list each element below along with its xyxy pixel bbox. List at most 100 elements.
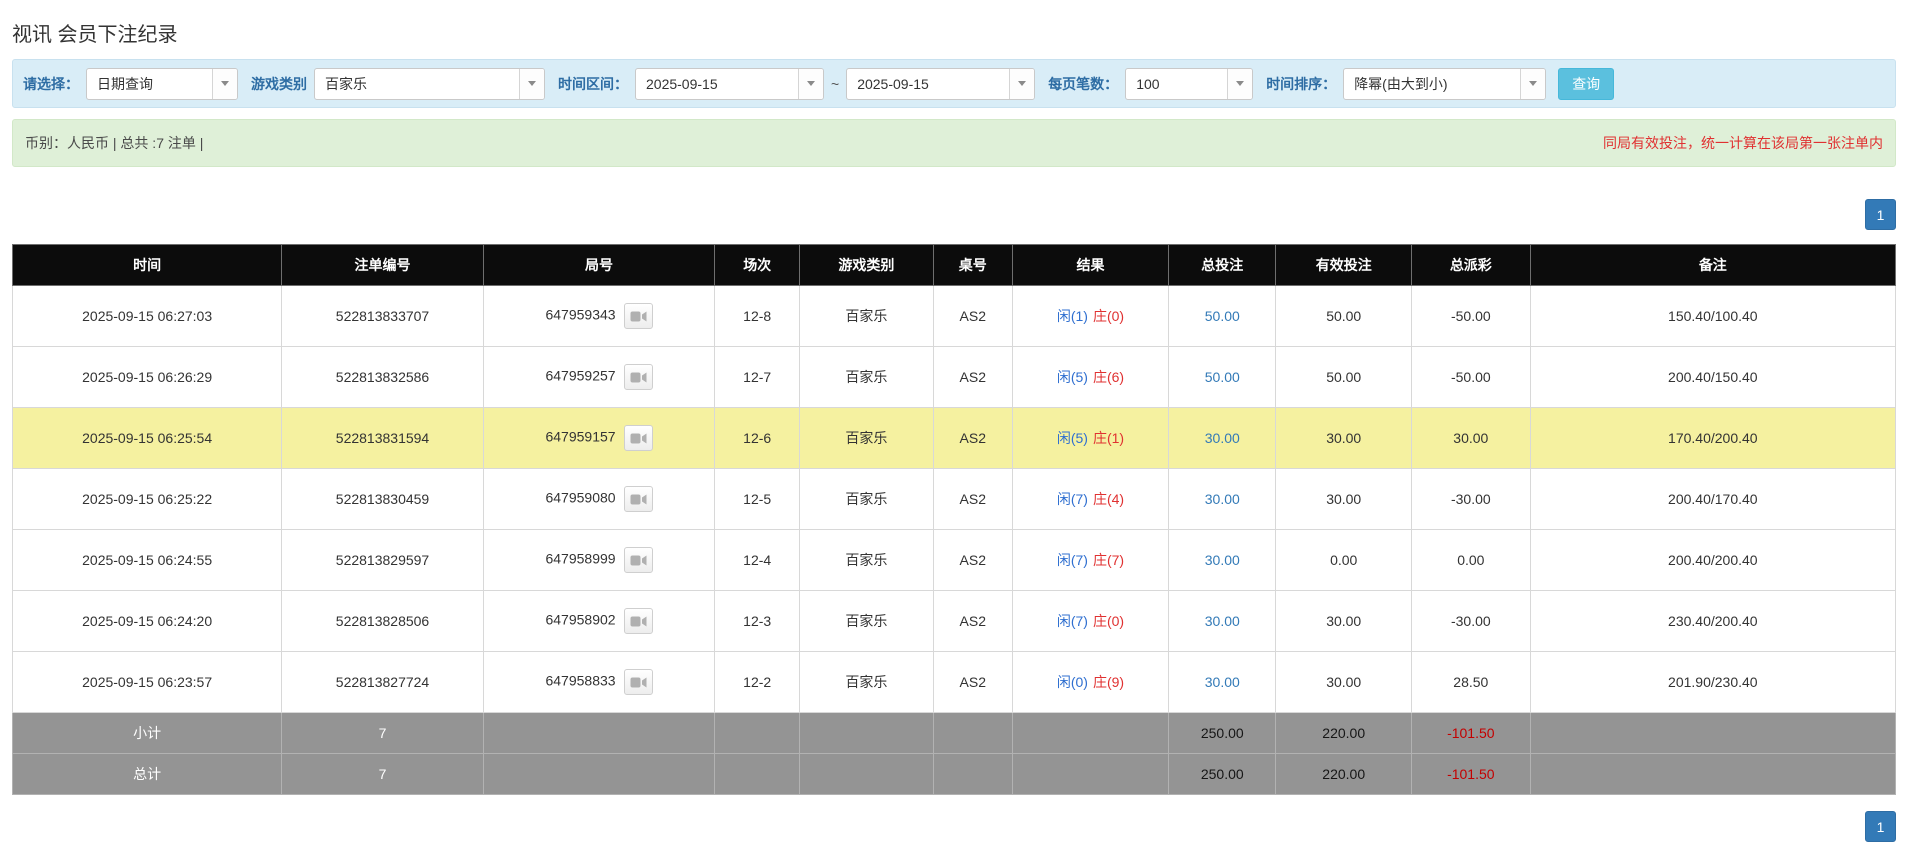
total-bet-link[interactable]: 30.00	[1205, 430, 1240, 446]
round-number: 647959343	[545, 306, 616, 323]
round-number: 647959157	[545, 428, 616, 445]
date-from-input[interactable]: 2025-09-15	[635, 67, 824, 100]
banker-result: 庄(4)	[1092, 491, 1125, 507]
cell-remark: 230.40/200.40	[1529, 590, 1897, 652]
query-type-value: 日期查询	[97, 75, 153, 92]
cell-round-id: 647958902	[482, 590, 716, 652]
search-button[interactable]: 查询	[1558, 67, 1615, 100]
cell-remark: 150.40/100.40	[1529, 285, 1897, 347]
player-result: 闲(7)	[1056, 491, 1088, 507]
page-button[interactable]: 1	[1865, 199, 1896, 230]
chevron-down-icon[interactable]	[798, 68, 823, 99]
date-range-label: 时间区间：	[558, 75, 628, 92]
banker-result: 庄(6)	[1092, 369, 1125, 385]
cell-round-id: 647958999	[482, 529, 716, 591]
notice-text: 同局有效投注，统一计算在该局第一张注单内	[1603, 135, 1883, 151]
cell-result: 闲(0) 庄(9)	[1011, 651, 1170, 713]
video-replay-icon[interactable]	[623, 608, 653, 634]
total-bet-link[interactable]: 30.00	[1205, 491, 1240, 507]
chevron-down-icon[interactable]	[212, 68, 237, 99]
cell-payout: 0.00	[1411, 529, 1531, 591]
summary-total-bet: 250.00	[1168, 712, 1277, 754]
column-header: 总派彩	[1411, 244, 1531, 286]
cell-session: 12-3	[714, 590, 801, 652]
cell-session: 12-7	[714, 346, 801, 408]
player-result: 闲(5)	[1056, 430, 1088, 446]
total-bet-link[interactable]: 50.00	[1205, 369, 1240, 385]
total-bet-link[interactable]: 30.00	[1205, 552, 1240, 568]
cell-session: 12-2	[714, 651, 801, 713]
column-header: 总投注	[1168, 244, 1277, 286]
empty-cell	[799, 753, 934, 795]
cell-time: 2025-09-15 06:25:22	[11, 468, 283, 530]
video-replay-icon[interactable]	[623, 303, 653, 329]
range-separator: ~	[831, 75, 840, 92]
banker-result: 庄(0)	[1092, 613, 1125, 629]
chevron-down-icon[interactable]	[519, 68, 544, 99]
player-result: 闲(0)	[1056, 674, 1088, 690]
round-number: 647958902	[545, 611, 616, 628]
summary-valid-bet: 220.00	[1275, 753, 1412, 795]
cell-time: 2025-09-15 06:27:03	[11, 285, 283, 347]
chevron-down-icon[interactable]	[1227, 68, 1253, 99]
date-from-value: 2025-09-15	[646, 75, 718, 92]
total-bet-link[interactable]: 50.00	[1205, 308, 1240, 324]
player-result: 闲(7)	[1056, 552, 1088, 568]
page-size-label: 每页笔数：	[1048, 75, 1119, 92]
banker-result: 庄(0)	[1092, 308, 1125, 324]
cell-remark: 200.40/170.40	[1529, 468, 1897, 530]
summary-payout: -101.50	[1411, 712, 1531, 754]
video-replay-icon[interactable]	[623, 669, 653, 695]
cell-payout: -30.00	[1411, 590, 1531, 652]
table-row: 2025-09-15 06:27:03 522813833707 6479593…	[11, 285, 1897, 347]
column-header: 桌号	[932, 244, 1013, 286]
game-type-value: 百家乐	[325, 75, 367, 92]
summary-payout: -101.50	[1411, 753, 1531, 795]
page-title: 视讯 会员下注纪录	[12, 24, 178, 46]
total-bet-link[interactable]: 30.00	[1205, 674, 1240, 690]
cell-round-id: 647959157	[482, 407, 716, 469]
query-type-combobox[interactable]: 日期查询	[86, 67, 238, 100]
cell-result: 闲(5) 庄(1)	[1011, 407, 1170, 469]
summary-row: 小计 7 250.00 220.00 -101.50	[11, 712, 1897, 754]
column-header: 游戏类别	[799, 244, 934, 286]
video-replay-icon[interactable]	[623, 425, 653, 451]
cell-game-type: 百家乐	[799, 468, 934, 530]
summary-bar: 币别：人民币 | 总共 :7 注单 | 同局有效投注，统一计算在该局第一张注单内	[12, 119, 1896, 167]
cell-table-no: AS2	[932, 651, 1013, 713]
empty-cell	[1529, 753, 1897, 795]
summary-text: 币别：人民币 | 总共 :7 注单 |	[25, 135, 204, 151]
video-replay-icon[interactable]	[623, 547, 653, 573]
sort-order-combobox[interactable]: 降幂(由大到小)	[1343, 67, 1547, 100]
column-header: 场次	[714, 244, 801, 286]
cell-table-no: AS2	[932, 407, 1013, 469]
page-button[interactable]: 1	[1865, 811, 1896, 842]
summary-count: 7	[281, 712, 484, 754]
cell-total-bet: 30.00	[1168, 407, 1277, 469]
cell-time: 2025-09-15 06:24:20	[11, 590, 283, 652]
video-replay-icon[interactable]	[623, 486, 653, 512]
cell-result: 闲(7) 庄(7)	[1011, 529, 1170, 591]
chevron-down-icon[interactable]	[1009, 68, 1035, 99]
pagination-bottom: 1	[12, 811, 1896, 842]
cell-time: 2025-09-15 06:26:29	[11, 346, 283, 408]
cell-payout: -30.00	[1411, 468, 1531, 530]
total-bet-link[interactable]: 30.00	[1205, 613, 1240, 629]
date-to-input[interactable]: 2025-09-15	[846, 67, 1036, 100]
chevron-down-icon[interactable]	[1520, 68, 1546, 99]
cell-bet-id: 522813833707	[281, 285, 484, 347]
empty-cell	[714, 753, 801, 795]
video-replay-icon[interactable]	[623, 364, 653, 390]
game-type-combobox[interactable]: 百家乐	[314, 67, 545, 100]
table-header: 时间 注单编号 局号 场次 游戏类别 桌号 结果 总投注 有效投注 总派彩 备注	[11, 244, 1897, 286]
page-size-combobox[interactable]: 100	[1125, 67, 1254, 100]
banker-result: 庄(9)	[1092, 674, 1125, 690]
cell-time: 2025-09-15 06:24:55	[11, 529, 283, 591]
sort-order-label: 时间排序：	[1266, 75, 1337, 92]
cell-round-id: 647959257	[482, 346, 716, 408]
banker-result: 庄(1)	[1092, 430, 1125, 446]
cell-remark: 170.40/200.40	[1529, 407, 1897, 469]
player-result: 闲(7)	[1056, 613, 1088, 629]
cell-total-bet: 50.00	[1168, 346, 1277, 408]
cell-game-type: 百家乐	[799, 285, 934, 347]
